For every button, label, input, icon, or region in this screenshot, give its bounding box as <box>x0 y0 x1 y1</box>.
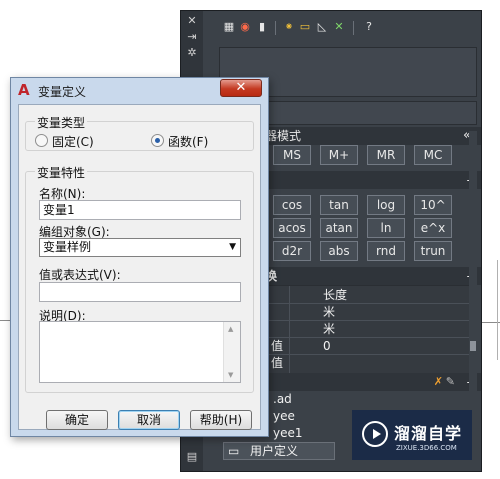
help-button[interactable]: 帮助(H) <box>190 410 252 430</box>
func-button-tan[interactable]: tan <box>320 195 358 215</box>
variable-name: yee <box>273 409 295 423</box>
result-label: 值 <box>271 356 284 370</box>
dialog-titlebar[interactable]: A 变量定义 ✕ <box>11 78 268 104</box>
history-icon[interactable]: ◉ <box>239 21 251 33</box>
radio-function[interactable] <box>151 134 164 147</box>
autohide-icon[interactable]: ⇥ <box>186 31 198 43</box>
watermark-subtitle: ZIXUE.3D66.COM <box>396 444 457 452</box>
palette-scrollbar[interactable] <box>469 131 477 391</box>
palette-menu-icon[interactable]: ▤ <box>186 451 198 463</box>
group-select-value: 变量样例 <box>43 240 92 254</box>
radio-fixed-label[interactable]: 固定(C) <box>52 133 94 150</box>
to-unit-value: 米 <box>323 322 336 336</box>
radio-function-label[interactable]: 函数(F) <box>168 133 208 150</box>
variable-type-label: 变量类型 <box>35 114 88 131</box>
func-button-abs[interactable]: abs <box>320 241 358 261</box>
new-variable-icon[interactable]: ✗ <box>434 373 443 391</box>
play-icon <box>362 421 388 447</box>
dialog-body: 变量类型 固定(C) 函数(F) 变量特性 名称(N): 变量1 编组对象(G)… <box>18 104 261 430</box>
func-button-exp[interactable]: e^x <box>414 218 452 238</box>
watermark-title: 溜溜自学 <box>394 424 463 443</box>
dialog-title: 变量定义 <box>38 85 87 99</box>
name-input[interactable]: 变量1 <box>39 200 241 220</box>
chevron-down-icon: ▼ <box>229 242 236 252</box>
variable-properties-label: 变量特性 <box>35 164 88 181</box>
scroll-down-icon[interactable]: ▼ <box>228 371 233 379</box>
func-button-log[interactable]: log <box>367 195 405 215</box>
close-icon[interactable]: ✕ <box>186 15 198 27</box>
value-label: 值 <box>271 339 284 353</box>
clear-icon[interactable]: ▦ <box>223 21 235 33</box>
intersection-icon[interactable]: ✕ <box>333 21 345 33</box>
func-button-cos[interactable]: cos <box>273 195 311 215</box>
properties-icon[interactable]: ✲ <box>186 47 198 59</box>
unit-type-value: 长度 <box>323 288 348 302</box>
autocad-logo-icon: A <box>18 81 30 99</box>
distance-icon[interactable]: ▭ <box>299 21 311 33</box>
ok-button[interactable]: 确定 <box>46 410 108 430</box>
variable-name: yee1 <box>273 426 303 440</box>
get-coordinates-icon[interactable]: ⁕ <box>283 21 295 33</box>
value-field: 0 <box>323 339 331 353</box>
func-button-atan[interactable]: atan <box>320 218 358 238</box>
func-button-10pow[interactable]: 10^ <box>414 195 452 215</box>
cancel-button[interactable]: 取消 <box>118 410 180 430</box>
expression-label: 值或表达式(V): <box>39 268 121 282</box>
memory-button-mr[interactable]: MR <box>367 145 405 165</box>
section-title: 器模式 <box>265 129 302 143</box>
calc-toolbar: ▦ ◉ ▮ ⁕ ▭ ◺ ✕ ? <box>203 11 481 41</box>
help-icon[interactable]: ? <box>363 21 375 33</box>
func-button-trun[interactable]: trun <box>414 241 452 261</box>
memory-button-mplus[interactable]: M+ <box>320 145 358 165</box>
watermark: 溜溜自学 ZIXUE.3D66.COM <box>352 410 472 460</box>
angle-icon[interactable]: ◺ <box>316 21 328 33</box>
scroll-up-icon[interactable]: ▲ <box>228 325 233 333</box>
description-scrollbar[interactable]: ▲ ▼ <box>223 322 240 382</box>
func-button-ln[interactable]: ln <box>367 218 405 238</box>
group-select[interactable]: 变量样例 ▼ <box>39 238 241 257</box>
memory-button-ms[interactable]: MS <box>273 145 311 165</box>
from-unit-value: 米 <box>323 305 336 319</box>
background-line <box>497 260 498 360</box>
expression-input[interactable] <box>39 282 241 302</box>
func-button-d2r[interactable]: d2r <box>273 241 311 261</box>
user-defined-item[interactable]: ▭ 用户定义 <box>223 442 335 460</box>
func-button-acos[interactable]: acos <box>273 218 311 238</box>
folder-icon: ▭ <box>228 444 240 458</box>
description-textarea[interactable]: ▲ ▼ <box>39 321 241 383</box>
func-button-rnd[interactable]: rnd <box>367 241 405 261</box>
user-defined-label: 用户定义 <box>250 444 299 458</box>
variable-definition-dialog: A 变量定义 ✕ 变量类型 固定(C) 函数(F) 变量特性 名称(N): 变量… <box>10 77 269 437</box>
memory-button-mc[interactable]: MC <box>414 145 452 165</box>
paste-icon[interactable]: ▮ <box>256 21 268 33</box>
edit-variable-icon[interactable]: ✎ <box>446 373 455 391</box>
radio-fixed[interactable] <box>35 134 48 147</box>
close-button[interactable]: ✕ <box>220 79 262 97</box>
variable-name: .ad <box>273 392 292 406</box>
